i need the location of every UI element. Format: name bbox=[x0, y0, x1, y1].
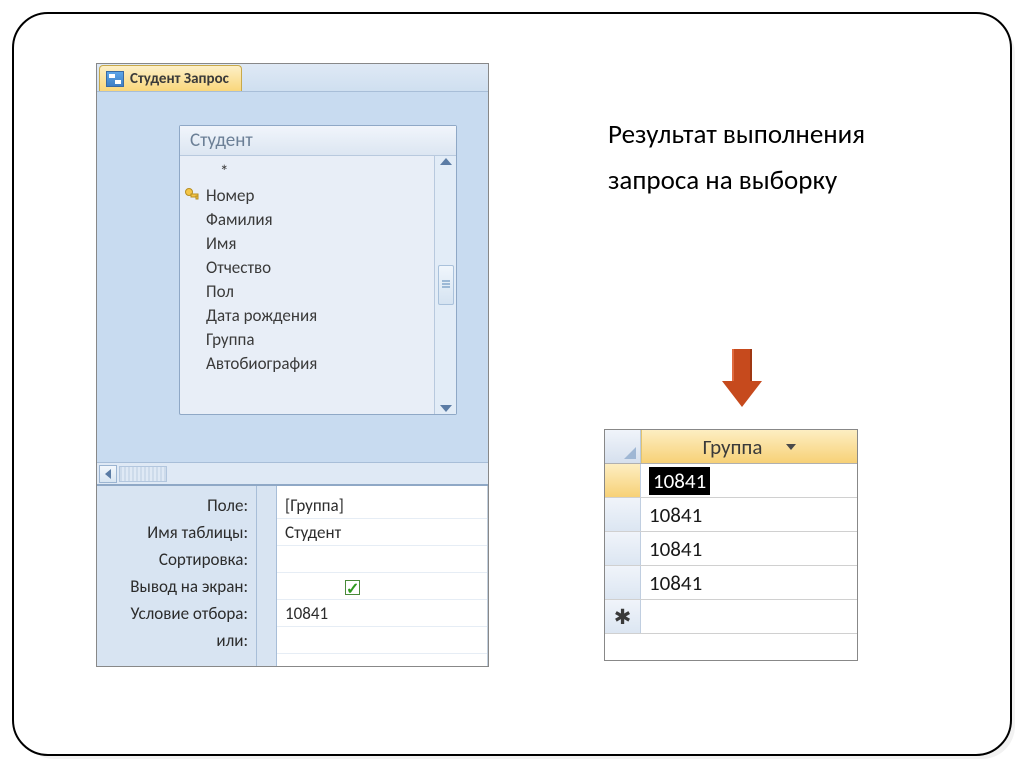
scroll-track[interactable] bbox=[119, 466, 167, 482]
row-selector[interactable] bbox=[605, 532, 641, 565]
field-item[interactable]: Имя bbox=[206, 232, 434, 256]
dropdown-icon[interactable] bbox=[786, 444, 796, 450]
new-record-indicator: ✱ bbox=[605, 600, 641, 633]
field-item[interactable]: Номер bbox=[206, 184, 434, 208]
scroll-thumb[interactable] bbox=[438, 265, 454, 305]
result-row[interactable]: 10841 bbox=[605, 566, 857, 600]
result-cell[interactable]: 10841 bbox=[641, 498, 857, 531]
qbe-rowheader-gutter bbox=[257, 486, 277, 666]
field-item[interactable]: Отчество bbox=[206, 256, 434, 280]
field-item[interactable]: Фамилия bbox=[206, 208, 434, 232]
qbe-label-show: Вывод на экран: bbox=[97, 573, 248, 600]
slide-frame: Студент Запрос Студент * Номер Фамил bbox=[12, 12, 1012, 756]
qbe-label-field: Поле: bbox=[97, 492, 248, 519]
query-icon bbox=[106, 71, 124, 87]
table-window-title: Студент bbox=[180, 126, 456, 156]
select-all-corner[interactable] bbox=[605, 430, 641, 463]
field-list[interactable]: * Номер Фамилия Имя Отчество Пол Дата ро… bbox=[180, 156, 434, 414]
chevron-left-icon bbox=[105, 469, 111, 479]
show-checkbox[interactable] bbox=[345, 580, 360, 595]
field-item[interactable]: Автобиография bbox=[206, 352, 434, 376]
query-tab[interactable]: Студент Запрос bbox=[99, 65, 242, 91]
scroll-left-button[interactable] bbox=[99, 465, 117, 483]
result-header-row: Группа bbox=[605, 430, 857, 464]
result-row[interactable]: 10841 bbox=[605, 532, 857, 566]
primary-key-icon bbox=[184, 187, 200, 203]
field-item[interactable]: Пол bbox=[206, 280, 434, 304]
result-datasheet: Группа 10841 10841 10841 10841 ✱ bbox=[604, 429, 858, 661]
table-body: * Номер Фамилия Имя Отчество Пол Дата ро… bbox=[180, 156, 456, 414]
qbe-grid: Поле: Имя таблицы: Сортировка: Вывод на … bbox=[97, 484, 488, 666]
result-cell[interactable] bbox=[641, 600, 857, 633]
qbe-show-cell[interactable] bbox=[277, 573, 487, 600]
column-header-group[interactable]: Группа bbox=[641, 430, 857, 463]
field-item[interactable]: Группа bbox=[206, 328, 434, 352]
vertical-scrollbar[interactable] bbox=[434, 156, 456, 414]
field-star[interactable]: * bbox=[206, 160, 434, 184]
result-cell[interactable]: 10841 bbox=[641, 532, 857, 565]
design-surface[interactable]: Студент * Номер Фамилия Имя Отчество bbox=[97, 92, 488, 484]
table-window[interactable]: Студент * Номер Фамилия Имя Отчество bbox=[179, 125, 457, 415]
qbe-or-cell[interactable] bbox=[277, 627, 487, 654]
qbe-column-1[interactable]: [Группа] Студент 10841 bbox=[277, 486, 488, 666]
qbe-label-criteria: Условие отбора: bbox=[97, 600, 248, 627]
result-cell[interactable]: 10841 bbox=[641, 464, 857, 497]
qbe-table-cell[interactable]: Студент bbox=[277, 519, 487, 546]
down-arrow-icon bbox=[722, 349, 762, 407]
row-selector[interactable] bbox=[605, 498, 641, 531]
row-selector[interactable] bbox=[605, 464, 641, 497]
qbe-label-sort: Сортировка: bbox=[97, 546, 248, 573]
row-selector[interactable] bbox=[605, 566, 641, 599]
qbe-label-table: Имя таблицы: bbox=[97, 519, 248, 546]
result-cell[interactable]: 10841 bbox=[641, 566, 857, 599]
tab-bar: Студент Запрос bbox=[97, 64, 488, 92]
query-tab-label: Студент Запрос bbox=[130, 70, 229, 88]
horizontal-scrollbar[interactable] bbox=[97, 462, 488, 484]
selected-value: 10841 bbox=[649, 467, 710, 495]
column-header-label: Группа bbox=[703, 434, 763, 460]
scroll-down-icon[interactable] bbox=[440, 405, 452, 412]
scroll-up-icon[interactable] bbox=[440, 158, 452, 165]
result-row[interactable]: 10841 bbox=[605, 464, 857, 498]
qbe-criteria-cell[interactable]: 10841 bbox=[277, 600, 487, 627]
qbe-sort-cell[interactable] bbox=[277, 546, 487, 573]
field-item[interactable]: Дата рождения bbox=[206, 304, 434, 328]
caption-text: Результат выполнения запроса на выборку bbox=[608, 112, 928, 204]
qbe-row-labels: Поле: Имя таблицы: Сортировка: Вывод на … bbox=[97, 486, 257, 666]
qbe-label-or: или: bbox=[97, 627, 248, 654]
field-name: Номер bbox=[206, 185, 254, 206]
new-record-row[interactable]: ✱ bbox=[605, 600, 857, 634]
qbe-field-cell[interactable]: [Группа] bbox=[277, 492, 487, 519]
access-query-designer: Студент Запрос Студент * Номер Фамил bbox=[96, 63, 489, 667]
result-row[interactable]: 10841 bbox=[605, 498, 857, 532]
